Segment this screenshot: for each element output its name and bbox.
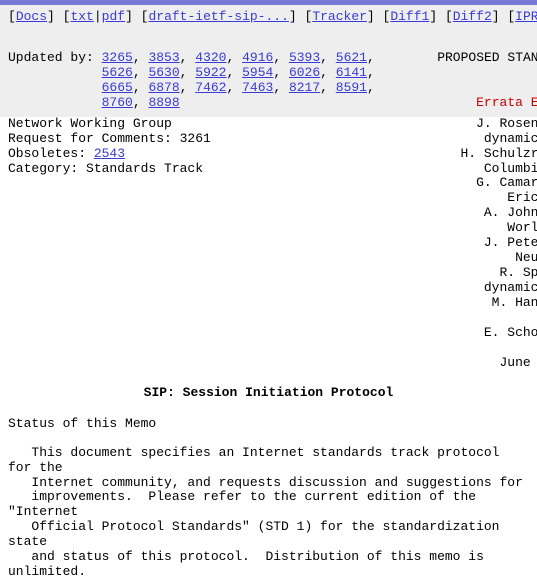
rfc-5626-link[interactable]: 5626 [102,65,133,80]
nav-link-row: [Docs] [txt|pdf] [draft-ietf-sip-...] [T… [0,5,537,28]
header-meta-box: Updated by: 3265, 3853, 4320, 4916, 5393… [0,28,537,117]
draft-link[interactable]: draft-ietf-sip-... [148,9,288,24]
pdf-link[interactable]: pdf [102,9,125,24]
document-title: SIP: Session Initiation Protocol [0,371,537,408]
rfc-6878-link[interactable]: 6878 [148,80,179,95]
rfc-6665-link[interactable]: 6665 [102,80,133,95]
rfc-3853-link[interactable]: 3853 [148,50,179,65]
rfc-3265-link[interactable]: 3265 [102,50,133,65]
rfc-7462-link[interactable]: 7462 [195,80,226,95]
rfc-5922-link[interactable]: 5922 [195,65,226,80]
memo-text: This document specifies an Internet stan… [0,446,537,580]
obsoletes-rfc-link[interactable]: 2543 [94,146,125,161]
txt-link[interactable]: txt [70,9,93,24]
rfc-8898-link[interactable]: 8898 [148,95,179,110]
rfc-6141-link[interactable]: 6141 [336,65,367,80]
ipr-link[interactable]: IPR [515,9,537,24]
diff1-link[interactable]: Diff1 [390,9,429,24]
diff2-link[interactable]: Diff2 [453,9,492,24]
rfc-8217-link[interactable]: 8217 [289,80,320,95]
docs-link[interactable]: Docs [16,9,47,24]
rfc-4320-link[interactable]: 4320 [195,50,226,65]
tracker-link[interactable]: Tracker [312,9,367,24]
rfc-5630-link[interactable]: 5630 [148,65,179,80]
rfc-5393-link[interactable]: 5393 [289,50,320,65]
errata-link[interactable]: Errata Exist [476,95,537,110]
rfc-7463-link[interactable]: 7463 [242,80,273,95]
rfc-5954-link[interactable]: 5954 [242,65,273,80]
rfc-5621-link[interactable]: 5621 [336,50,367,65]
rfc-6026-link[interactable]: 6026 [289,65,320,80]
rfc-8760-link[interactable]: 8760 [102,95,133,110]
header-plain-block: Network Working Group J. Rosenberg Reque… [0,117,537,371]
rfc-4916-link[interactable]: 4916 [242,50,273,65]
status-heading: Status of this Memo [0,408,537,431]
rfc-8591-link[interactable]: 8591 [336,80,367,95]
